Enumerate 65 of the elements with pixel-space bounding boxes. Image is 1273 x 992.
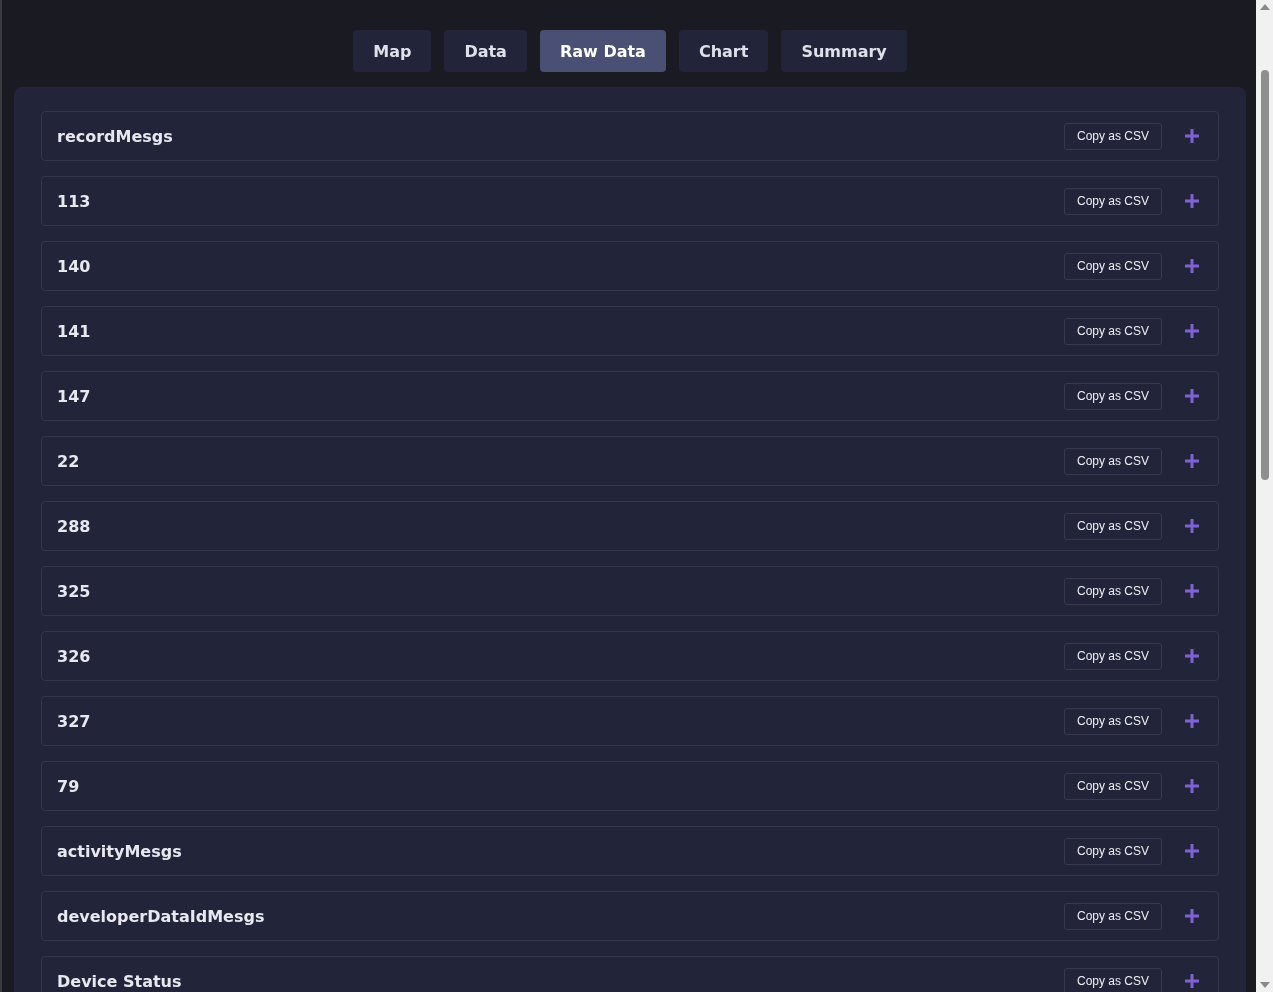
copy-csv-button[interactable]: Copy as CSV bbox=[1063, 187, 1162, 215]
plus-icon[interactable] bbox=[1184, 323, 1200, 339]
plus-icon[interactable] bbox=[1184, 713, 1200, 729]
copy-csv-button[interactable]: Copy as CSV bbox=[1063, 382, 1162, 410]
section-header[interactable]: Device Status Copy as CSV bbox=[41, 956, 1219, 992]
section-header[interactable]: activityMesgs Copy as CSV bbox=[41, 826, 1219, 876]
copy-csv-button[interactable]: Copy as CSV bbox=[1063, 772, 1162, 800]
plus-icon[interactable] bbox=[1184, 583, 1200, 599]
section-title: developerDataIdMesgs bbox=[57, 906, 266, 926]
tab[interactable]: Data bbox=[444, 30, 527, 72]
section-title: 79 bbox=[57, 776, 81, 796]
copy-csv-button[interactable]: Copy as CSV bbox=[1063, 642, 1162, 670]
copy-csv-button[interactable]: Copy as CSV bbox=[1063, 512, 1162, 540]
section-header[interactable]: 140 Copy as CSV bbox=[41, 241, 1219, 291]
section-title: 325 bbox=[57, 581, 92, 601]
section-header[interactable]: 113 Copy as CSV bbox=[41, 176, 1219, 226]
copy-csv-button[interactable]: Copy as CSV bbox=[1063, 122, 1162, 150]
section-title: 147 bbox=[57, 386, 92, 406]
section-header[interactable]: developerDataIdMesgs Copy as CSV bbox=[41, 891, 1219, 941]
plus-icon[interactable] bbox=[1184, 778, 1200, 794]
section-title: activityMesgs bbox=[57, 841, 183, 861]
copy-csv-button[interactable]: Copy as CSV bbox=[1063, 577, 1162, 605]
plus-icon[interactable] bbox=[1184, 128, 1200, 144]
plus-icon[interactable] bbox=[1184, 973, 1200, 989]
copy-csv-button[interactable]: Copy as CSV bbox=[1063, 252, 1162, 280]
section-header[interactable]: 147 Copy as CSV bbox=[41, 371, 1219, 421]
scrollbar[interactable] bbox=[1256, 0, 1273, 992]
section-header[interactable]: recordMesgs Copy as CSV bbox=[41, 111, 1219, 161]
copy-csv-button[interactable]: Copy as CSV bbox=[1063, 902, 1162, 930]
copy-csv-button[interactable]: Copy as CSV bbox=[1063, 447, 1162, 475]
scroll-down-icon[interactable] bbox=[1259, 982, 1270, 988]
section-title: 22 bbox=[57, 451, 81, 471]
section-title: 140 bbox=[57, 256, 92, 276]
section-header[interactable]: 326 Copy as CSV bbox=[41, 631, 1219, 681]
section-title: Device Status bbox=[57, 971, 183, 991]
scrollbar-thumb[interactable] bbox=[1260, 70, 1269, 480]
section-title: 288 bbox=[57, 516, 92, 536]
plus-icon[interactable] bbox=[1184, 388, 1200, 404]
tab[interactable]: Raw Data bbox=[539, 30, 666, 72]
plus-icon[interactable] bbox=[1184, 258, 1200, 274]
section-header[interactable]: 325 Copy as CSV bbox=[41, 566, 1219, 616]
copy-csv-button[interactable]: Copy as CSV bbox=[1063, 317, 1162, 345]
section-title: recordMesgs bbox=[57, 126, 174, 146]
section-title: 326 bbox=[57, 646, 92, 666]
copy-csv-button[interactable]: Copy as CSV bbox=[1063, 707, 1162, 735]
plus-icon[interactable] bbox=[1184, 193, 1200, 209]
tab[interactable]: Map bbox=[353, 30, 432, 72]
plus-icon[interactable] bbox=[1184, 908, 1200, 924]
tab[interactable]: Chart bbox=[678, 30, 769, 72]
plus-icon[interactable] bbox=[1184, 518, 1200, 534]
plus-icon[interactable] bbox=[1184, 648, 1200, 664]
tab[interactable]: Summary bbox=[781, 30, 907, 72]
copy-csv-button[interactable]: Copy as CSV bbox=[1063, 967, 1162, 992]
scroll-up-icon[interactable] bbox=[1259, 4, 1270, 10]
section-header[interactable]: 22 Copy as CSV bbox=[41, 436, 1219, 486]
section-header[interactable]: 79 Copy as CSV bbox=[41, 761, 1219, 811]
plus-icon[interactable] bbox=[1184, 843, 1200, 859]
section-header[interactable]: 288 Copy as CSV bbox=[41, 501, 1219, 551]
section-title: 327 bbox=[57, 711, 92, 731]
copy-csv-button[interactable]: Copy as CSV bbox=[1063, 837, 1162, 865]
section-title: 113 bbox=[57, 191, 92, 211]
plus-icon[interactable] bbox=[1184, 453, 1200, 469]
section-title: 141 bbox=[57, 321, 92, 341]
section-header[interactable]: 141 Copy as CSV bbox=[41, 306, 1219, 356]
section-header[interactable]: 327 Copy as CSV bbox=[41, 696, 1219, 746]
